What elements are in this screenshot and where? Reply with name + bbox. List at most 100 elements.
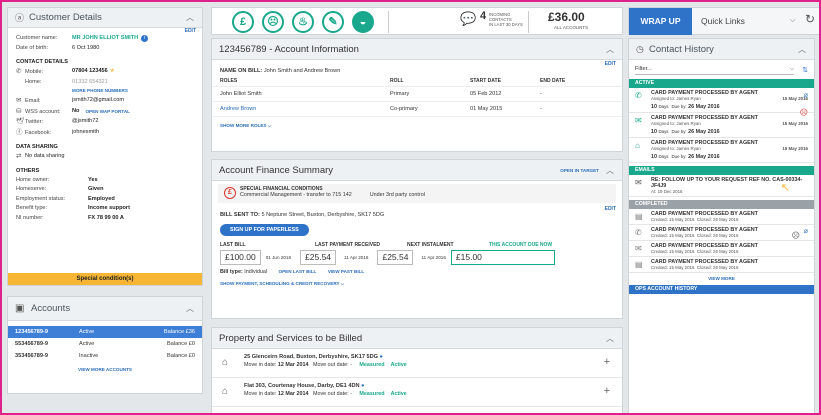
wrap-up-button[interactable]: WRAP UP bbox=[629, 8, 692, 35]
chevron-down-icon[interactable]: ⌵ bbox=[339, 281, 345, 286]
property-panel: Property and Services to be Billed ︿ ⌂ 2… bbox=[211, 327, 623, 415]
collapse-icon[interactable]: ︿ bbox=[185, 12, 195, 23]
days-count: 10 bbox=[651, 104, 657, 110]
sort-icon[interactable]: ⇅ bbox=[802, 66, 808, 74]
account-row[interactable]: 123456789-9 Active Balance £36 bbox=[8, 326, 202, 338]
view-past-bill-link[interactable]: VIEW PAST BILL bbox=[328, 269, 364, 274]
collapse-icon[interactable]: ︿ bbox=[605, 333, 615, 344]
ops-account-history-label[interactable]: OPS ACCOUNT HISTORY bbox=[629, 285, 814, 294]
bill-type-value: Individual bbox=[244, 269, 268, 275]
user-circle-icon: ⓐ bbox=[15, 13, 25, 23]
panel-title: Customer Details bbox=[29, 12, 102, 23]
star-icon[interactable]: ★ bbox=[110, 67, 115, 78]
info-icon[interactable]: i bbox=[141, 35, 149, 42]
chevron-down-icon: ⌵ bbox=[789, 66, 795, 72]
collapse-icon[interactable]: ︿ bbox=[185, 303, 195, 314]
bill-type-label: Bill type: bbox=[220, 269, 243, 275]
closed-date: Closed: 26 May 2016 bbox=[696, 265, 739, 270]
toilet-icon[interactable]: ♨ bbox=[292, 11, 314, 33]
more-phone-link[interactable]: MORE PHONE NUMBERS bbox=[72, 87, 128, 94]
edit-link[interactable]: EDIT bbox=[185, 28, 196, 34]
contact-history-panel: ◷ Contact History ︿ Filter... ⌵ ⇅ ACTIVE … bbox=[628, 38, 815, 415]
top-status-bar: £ ☹ ♨ ✎ ◒ 💬 4 INCOMING CONTACTS IN LAST … bbox=[211, 7, 623, 35]
refresh-icon[interactable]: ↻ bbox=[805, 12, 815, 26]
role-name-link[interactable]: Andrew Brown bbox=[220, 106, 390, 112]
show-payment-row: SHOW PAYMENT, SCHEDULING & CREDIT RECOVE… bbox=[212, 277, 622, 291]
moveout-value: - bbox=[350, 362, 352, 368]
bill-type-row: Bill type: Individual OPEN LAST BILL VIE… bbox=[212, 267, 622, 277]
attachment-icon[interactable]: ⌀ bbox=[804, 227, 808, 235]
days-label: Days bbox=[658, 154, 669, 159]
email-item[interactable]: ✉ RE: FOLLOW UP TO YOUR REQUEST REF NO. … bbox=[629, 175, 814, 197]
account-row[interactable]: 353456789-9 Inactive Balance £0 bbox=[8, 350, 202, 362]
roles-table: ROLES ROLL START DATE END DATE John Elliot … bbox=[212, 76, 622, 117]
collapse-icon[interactable]: ︿ bbox=[605, 44, 615, 55]
measured-status: Measured bbox=[359, 362, 385, 368]
history-item[interactable]: ✆ CARD PAYMENT PROCESSED BY AGENT Create… bbox=[629, 225, 814, 241]
history-item[interactable]: ⌂ CARD PAYMENT PROCESSED BY AGENT Assign… bbox=[629, 138, 814, 163]
history-item[interactable]: ▤ CARD PAYMENT PROCESSED BY AGENT Create… bbox=[629, 257, 814, 273]
history-item[interactable]: ▤ CARD PAYMENT PROCESSED BY AGENT Create… bbox=[629, 209, 814, 225]
collapse-icon[interactable]: ︿ bbox=[797, 44, 807, 55]
expand-plus-icon[interactable]: + bbox=[604, 385, 610, 397]
wrap-up-bar: WRAP UP Quick Links ⌵ ↻ bbox=[628, 7, 821, 35]
sad-face-icon[interactable]: ☹ bbox=[262, 11, 284, 33]
mobile-value: 07804 123456 bbox=[72, 68, 108, 74]
history-item[interactable]: ✆ CARD PAYMENT PROCESSED BY AGENT Assign… bbox=[629, 88, 814, 117]
show-payment-link[interactable]: SHOW PAYMENT, SCHEDULING & CREDIT RECOVE… bbox=[220, 281, 339, 286]
assigned-to: Assigned to: James Ryan bbox=[651, 96, 701, 101]
movein-value: 12 Mar 2014 bbox=[277, 391, 309, 397]
view-more-accounts-link[interactable]: VIEW MORE ACCOUNTS bbox=[78, 367, 132, 372]
account-row[interactable]: 553456789-9 Active Balance £0 bbox=[8, 338, 202, 350]
pound-icon[interactable]: £ bbox=[232, 11, 254, 33]
chevron-down-icon[interactable]: ⌵ bbox=[266, 123, 272, 128]
view-more-link[interactable]: VIEW MORE bbox=[708, 276, 735, 281]
mobile-label: Mobile: bbox=[25, 69, 44, 75]
divider bbox=[388, 11, 389, 33]
finance-header[interactable]: Account Finance Summary OPEN IN TARGET ︿ bbox=[212, 160, 622, 181]
history-item[interactable]: ✉ CARD PAYMENT PROCESSED BY AGENT Assign… bbox=[629, 113, 814, 138]
info-icon[interactable]: ● bbox=[380, 354, 383, 360]
collapse-icon[interactable]: ︿ bbox=[605, 165, 615, 176]
incoming-count: 4 bbox=[480, 10, 487, 22]
quick-links-menu[interactable]: Quick Links bbox=[701, 8, 745, 35]
special-financial-conditions: £ SPECIAL FINANCIAL CONDITIONS Commercia… bbox=[218, 184, 616, 203]
next-instalment-date: 11 Apr 2016 bbox=[421, 255, 446, 260]
open-in-target-link[interactable]: OPEN IN TARGET bbox=[560, 168, 599, 173]
expand-plus-icon[interactable]: + bbox=[604, 356, 610, 368]
property-row[interactable]: ⌂ 25 Glenceirn Road, Buxton, Derbyshire,… bbox=[212, 349, 622, 378]
customer-name: MR JOHN ELLIOT SMITH bbox=[72, 35, 139, 41]
customer-details-panel: ⓐ Customer Details ︿ EDIT Customer name:… bbox=[7, 7, 203, 286]
col-header: ROLL bbox=[390, 78, 404, 84]
created-date: Created: 15 May 2016 bbox=[651, 265, 695, 270]
due-now-value[interactable]: £15.00 bbox=[450, 250, 555, 265]
wss-label: WSS account: bbox=[25, 108, 61, 115]
moveout-value: - bbox=[350, 391, 352, 397]
property-header[interactable]: Property and Services to be Billed ︿ bbox=[212, 328, 622, 349]
accounts-header[interactable]: ▣ Accounts ︿ bbox=[8, 297, 202, 321]
contact-history-header[interactable]: ◷ Contact History ︿ bbox=[629, 39, 814, 60]
show-more-roles-link[interactable]: SHOW MORE ROLES bbox=[220, 123, 266, 128]
chevron-down-icon[interactable]: ⌵ bbox=[790, 17, 795, 25]
account-info-header[interactable]: 123456789 - Account Information ︿ bbox=[212, 39, 622, 60]
open-last-bill-link[interactable]: OPEN LAST BILL bbox=[279, 269, 317, 274]
active-section-label: ACTIVE bbox=[629, 79, 814, 88]
edit-link[interactable]: EDIT bbox=[605, 206, 616, 212]
property-row[interactable]: ⌂ Flat 303, Courtenay House, Darby, DE1 … bbox=[212, 378, 622, 407]
special-financial-title: SPECIAL FINANCIAL CONDITIONS bbox=[240, 186, 323, 192]
filter-select[interactable]: Filter... ⌵ bbox=[635, 64, 795, 75]
special-conditions-button[interactable]: Special condition(s) bbox=[8, 273, 202, 285]
edit-link[interactable]: EDIT bbox=[605, 61, 616, 67]
attachment-icon[interactable]: ⌀ bbox=[804, 91, 808, 99]
wap-portal-link[interactable]: OPEN WAP PORTAL bbox=[85, 107, 130, 118]
share-icon: ⇄ bbox=[16, 153, 22, 160]
show-more-roles-row: SHOW MORE ROLES ⌵ bbox=[212, 117, 622, 135]
customer-details-header[interactable]: ⓐ Customer Details ︿ bbox=[8, 8, 202, 28]
info-icon[interactable]: ● bbox=[361, 383, 364, 389]
history-item[interactable]: ✉ CARD PAYMENT PROCESSED BY AGENT Create… bbox=[629, 241, 814, 257]
bowl-icon[interactable]: ◒ bbox=[352, 11, 374, 33]
mail-icon: ✉ bbox=[635, 116, 642, 125]
paperless-button[interactable]: SIGN UP FOR PAPERLESS bbox=[220, 224, 309, 236]
cursor-pointer-icon: ↖ bbox=[780, 182, 790, 194]
water-glass-icon[interactable]: ✎ bbox=[322, 11, 344, 33]
